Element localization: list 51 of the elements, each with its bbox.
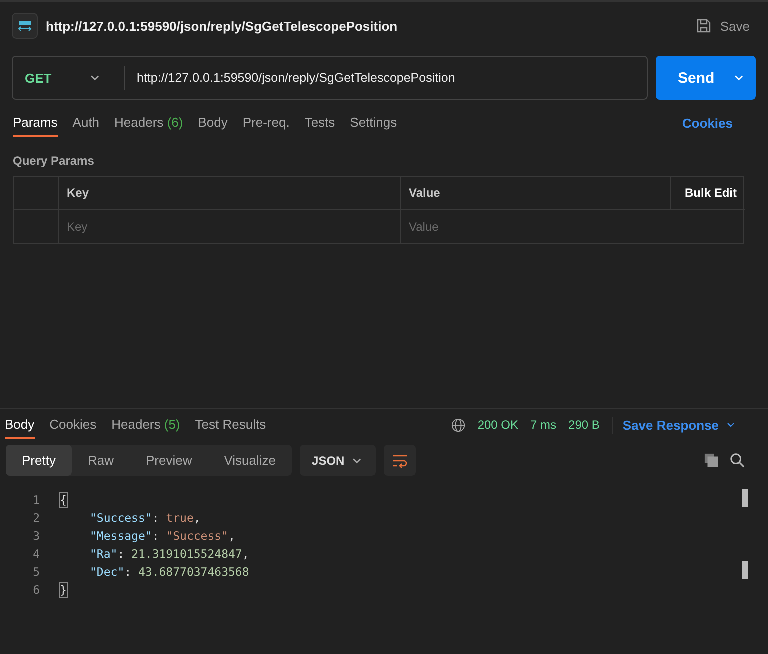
method-dropdown[interactable]: GET bbox=[13, 66, 125, 90]
tab[interactable]: Body bbox=[5, 411, 35, 439]
scrollbar-marker bbox=[742, 560, 748, 578]
view-mode-tab[interactable]: Raw bbox=[72, 445, 130, 476]
line-number: 6 bbox=[33, 582, 40, 598]
wrap-lines-button[interactable] bbox=[384, 445, 416, 476]
status-code: 200 OK bbox=[478, 418, 519, 432]
line-number: 1 bbox=[33, 492, 40, 508]
tab[interactable]: Auth bbox=[72, 109, 100, 137]
code-line: "Success": true, bbox=[89, 510, 202, 526]
column-header: Value bbox=[401, 177, 671, 210]
code-line: "Ra": 21.3191015524847, bbox=[89, 546, 250, 562]
line-number: 4 bbox=[33, 546, 40, 562]
code-line: "Dec": 43.6877037463568 bbox=[89, 564, 250, 580]
copy-icon bbox=[704, 453, 718, 468]
cookies-link[interactable]: Cookies bbox=[676, 114, 739, 132]
line-number: 3 bbox=[33, 528, 40, 544]
bulk-edit-button[interactable]: Bulk Edit bbox=[684, 186, 737, 200]
request-title: http://127.0.0.1:59590/json/reply/SgGetTelescopePosition bbox=[46, 18, 399, 34]
tab[interactable]: Body bbox=[198, 109, 228, 137]
view-mode-tab[interactable]: Pretty bbox=[6, 445, 72, 476]
code-line: "Message": "Success", bbox=[89, 528, 236, 544]
tab[interactable]: Settings bbox=[350, 109, 398, 137]
save-button[interactable]: Save bbox=[690, 14, 756, 38]
tab[interactable]: Pre-req. bbox=[242, 109, 290, 137]
response-time: 7 ms bbox=[530, 418, 557, 432]
response-size: 290 B bbox=[568, 418, 600, 432]
tab[interactable]: Tests bbox=[304, 109, 336, 137]
tab[interactable]: Headers (6) bbox=[114, 109, 184, 137]
code-line: } bbox=[60, 582, 68, 598]
line-number: 2 bbox=[33, 510, 40, 526]
format-dropdown[interactable]: JSON bbox=[300, 445, 376, 476]
tab[interactable]: Params bbox=[13, 109, 58, 137]
line-number: 5 bbox=[33, 564, 40, 580]
tab[interactable]: Headers (5) bbox=[112, 411, 180, 439]
url-field[interactable]: http://127.0.0.1:59590/json/reply/SgGetTelescopePosition bbox=[125, 71, 468, 85]
wrap-lines-icon bbox=[392, 454, 408, 468]
tab[interactable]: Test Results bbox=[195, 411, 266, 439]
send-button[interactable]: Send bbox=[656, 56, 756, 100]
tab[interactable]: Cookies bbox=[50, 411, 97, 439]
view-mode-tab[interactable]: Visualize bbox=[208, 445, 292, 476]
code-line: { bbox=[60, 492, 68, 508]
section-title: Query Params bbox=[12, 153, 96, 170]
view-mode-tab[interactable]: Preview bbox=[130, 445, 208, 476]
column-header: Key bbox=[59, 177, 401, 210]
save-response-button[interactable]: Save Response bbox=[612, 416, 743, 434]
scrollbar-marker bbox=[742, 488, 748, 506]
http-app-icon bbox=[12, 13, 38, 39]
globe-icon bbox=[450, 418, 466, 432]
save-icon bbox=[696, 18, 712, 34]
search-icon bbox=[730, 453, 744, 468]
